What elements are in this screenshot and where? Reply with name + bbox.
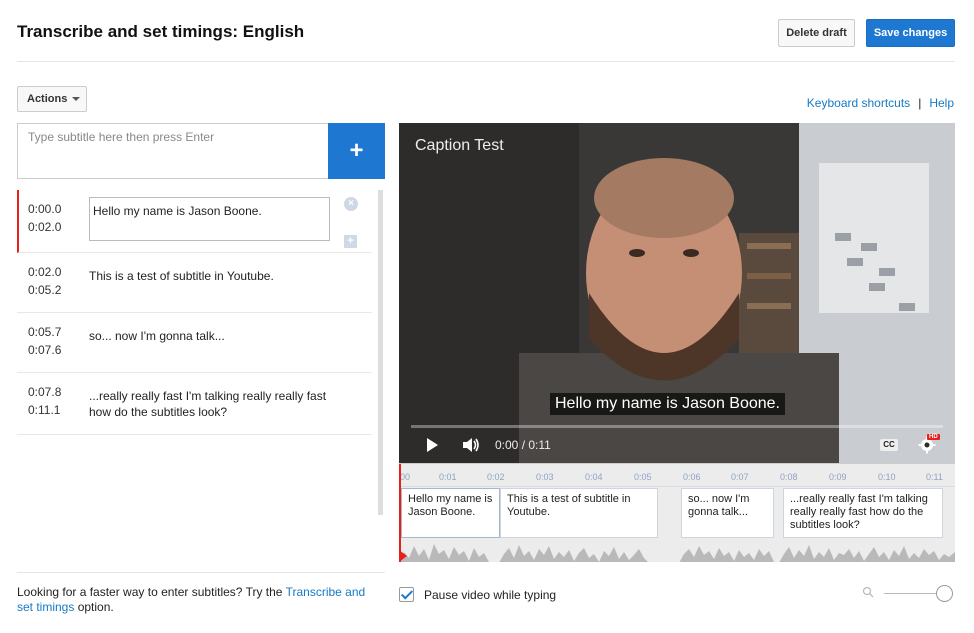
timeline-segment[interactable]: This is a test of subtitle in Youtube. [500, 488, 658, 538]
save-changes-button[interactable]: Save changes [866, 19, 955, 47]
subtitle-row[interactable]: 0:00.0 0:02.0 Hello my name is Jason Boo… [17, 190, 372, 253]
subtitle-text[interactable]: This is a test of subtitle in Youtube. [89, 268, 339, 284]
close-icon[interactable]: × [344, 197, 358, 211]
end-time[interactable]: 0:11.1 [28, 401, 61, 419]
timeline-segment[interactable]: so... now I'm gonna talk... [681, 488, 774, 538]
page-title: Transcribe and set timings: English [17, 22, 305, 41]
subtitle-list: 0:00.0 0:02.0 Hello my name is Jason Boo… [17, 190, 372, 510]
list-scrollbar[interactable] [378, 190, 383, 515]
subtitle-row[interactable]: 0:07.8 0:11.1 ...really really fast I'm … [17, 373, 372, 435]
links-separator: | [918, 96, 922, 110]
subtitle-times: 0:02.0 0:05.2 [28, 263, 61, 299]
video-title: Caption Test [415, 137, 504, 154]
actions-label: Actions [27, 93, 68, 105]
timeline-tick: 0:09 [829, 472, 847, 482]
timeline-tick: 0:08 [780, 472, 798, 482]
start-time[interactable]: 0:02.0 [28, 263, 61, 281]
end-time[interactable]: 0:02.0 [28, 218, 61, 236]
subtitle-text[interactable]: ...really really fast I'm talking really… [89, 388, 339, 420]
faster-entry-tip: Looking for a faster way to enter subtit… [17, 585, 377, 615]
audio-waveform [399, 544, 955, 562]
video-caption: Hello my name is Jason Boone. [550, 393, 785, 415]
video-timecode: 0:00 / 0:11 [495, 438, 551, 452]
playhead-marker[interactable] [399, 550, 407, 562]
end-time[interactable]: 0:07.6 [28, 341, 61, 359]
video-progress-bar[interactable] [411, 425, 943, 428]
subtitle-text[interactable]: so... now I'm gonna talk... [89, 328, 339, 344]
timeline-segment[interactable]: Hello my name is Jason Boone. [401, 488, 500, 538]
video-player[interactable]: Caption Test Hello my name is Jason Boon… [399, 123, 955, 463]
playhead[interactable] [399, 464, 401, 562]
start-time[interactable]: 0:05.7 [28, 323, 61, 341]
zoom-slider-handle[interactable] [936, 585, 953, 602]
volume-icon[interactable] [461, 435, 481, 455]
timeline-segment[interactable]: ...really really fast I'm talking really… [783, 488, 943, 538]
cc-icon[interactable]: CC [880, 439, 898, 451]
caret-down-icon [72, 97, 81, 102]
timeline-ruler [399, 486, 955, 487]
timeline-tick: 0:03 [536, 472, 554, 482]
add-subtitle-button[interactable]: + [328, 123, 385, 179]
help-link[interactable]: Help [929, 96, 954, 110]
insert-plus-icon[interactable]: + [344, 235, 357, 248]
subtitle-times: 0:07.8 0:11.1 [28, 383, 61, 419]
timeline-tick: 0:04 [585, 472, 603, 482]
delete-draft-button[interactable]: Delete draft [778, 19, 855, 47]
start-time[interactable]: 0:00.0 [28, 200, 61, 218]
subtitle-times: 0:05.7 0:07.6 [28, 323, 61, 359]
timeline-tick: 0:06 [683, 472, 701, 482]
tip-divider [17, 572, 385, 573]
end-time[interactable]: 0:05.2 [28, 281, 61, 299]
play-icon[interactable] [427, 438, 438, 452]
subtitle-input[interactable] [17, 123, 329, 179]
pause-video-label: Pause video while typing [424, 588, 557, 602]
pause-video-checkbox[interactable] [399, 587, 414, 602]
tip-text-end: option. [74, 600, 114, 614]
actions-dropdown[interactable]: Actions [17, 86, 87, 112]
timeline-tick: 0:07 [731, 472, 749, 482]
caption-timeline[interactable]: 00 0:01 0:02 0:03 0:04 0:05 0:06 0:07 0:… [399, 463, 955, 562]
timeline-tick: 0:10 [878, 472, 896, 482]
timeline-tick: 0:05 [634, 472, 652, 482]
help-links: Keyboard shortcuts | Help [807, 96, 954, 110]
header-divider [17, 61, 955, 62]
timeline-tick: 0:01 [439, 472, 457, 482]
start-time[interactable]: 0:07.8 [28, 383, 61, 401]
timeline-tick: 0:02 [487, 472, 505, 482]
subtitle-row[interactable]: 0:05.7 0:07.6 so... now I'm gonna talk..… [17, 313, 372, 373]
subtitle-edit-field[interactable]: Hello my name is Jason Boone. [89, 197, 330, 241]
zoom-slider-track[interactable] [884, 593, 940, 594]
subtitle-times: 0:00.0 0:02.0 [28, 200, 61, 236]
tip-text: Looking for a faster way to enter subtit… [17, 585, 286, 599]
timeline-tick: 0:11 [926, 472, 943, 482]
hd-badge: HD [927, 434, 940, 440]
zoom-magnifier-icon [862, 586, 874, 598]
timeline-tick: 00 [400, 472, 411, 482]
keyboard-shortcuts-link[interactable]: Keyboard shortcuts [807, 96, 910, 110]
subtitle-row[interactable]: 0:02.0 0:05.2 This is a test of subtitle… [17, 253, 372, 313]
